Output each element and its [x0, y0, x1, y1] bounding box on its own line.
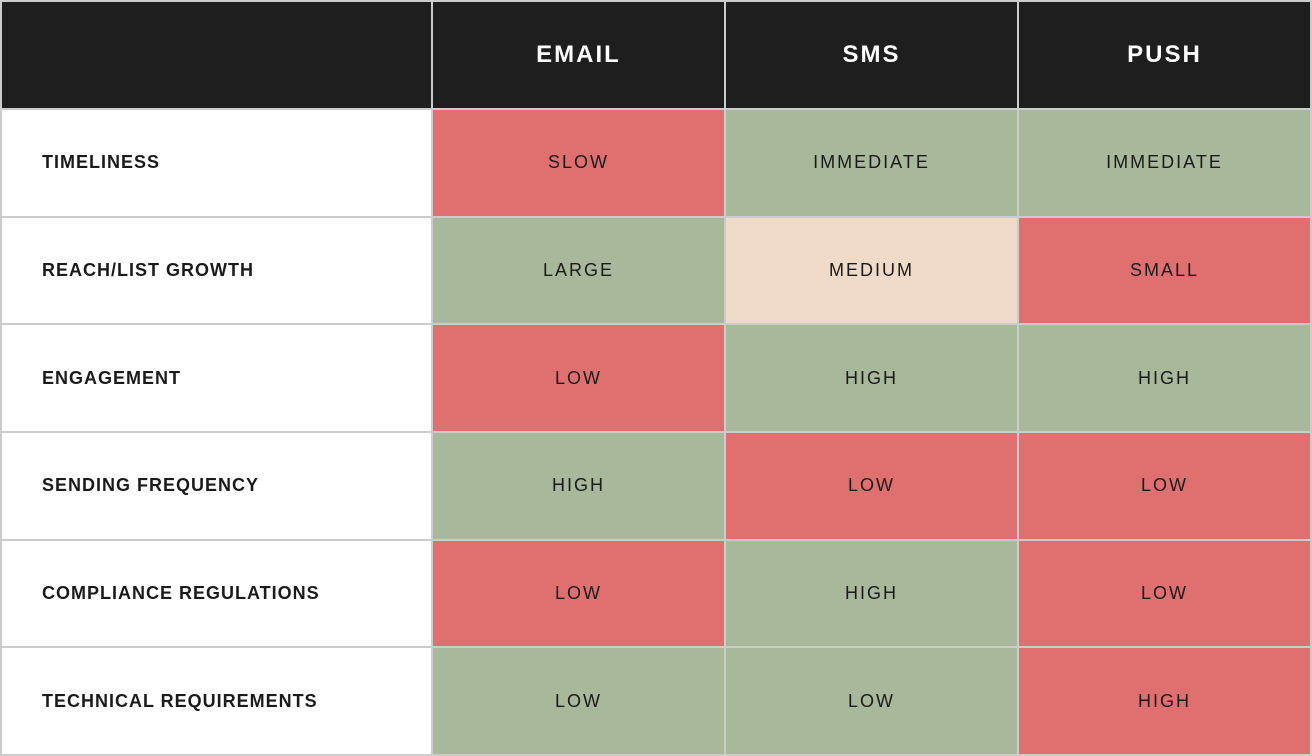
row-label-cell: ENGAGEMENT	[2, 325, 433, 431]
header-row: EMAIL SMS PUSH	[2, 2, 1310, 110]
cell-value: HIGH	[845, 583, 898, 604]
table-row: COMPLIANCE REGULATIONS LOW HIGH LOW	[2, 541, 1310, 649]
cell-value: LOW	[555, 583, 602, 604]
row-label-cell: SENDING FREQUENCY	[2, 433, 433, 539]
cell-email: LOW	[433, 325, 726, 431]
cell-sms: HIGH	[726, 325, 1019, 431]
row-label: ENGAGEMENT	[42, 368, 181, 389]
cell-email: LOW	[433, 541, 726, 647]
row-label-cell: TECHNICAL REQUIREMENTS	[2, 648, 433, 754]
cell-push: LOW	[1019, 541, 1310, 647]
cell-sms: LOW	[726, 648, 1019, 754]
cell-email: HIGH	[433, 433, 726, 539]
cell-email: LARGE	[433, 218, 726, 324]
cell-value: SLOW	[548, 152, 609, 173]
row-label: TECHNICAL REQUIREMENTS	[42, 691, 318, 712]
row-label-cell: COMPLIANCE REGULATIONS	[2, 541, 433, 647]
header-label-cell	[2, 2, 433, 108]
cell-push: HIGH	[1019, 648, 1310, 754]
cell-value: LOW	[848, 691, 895, 712]
header-sms: SMS	[726, 2, 1019, 108]
row-label-cell: REACH/LIST GROWTH	[2, 218, 433, 324]
cell-value: LOW	[848, 475, 895, 496]
cell-value: HIGH	[1138, 368, 1191, 389]
header-email: EMAIL	[433, 2, 726, 108]
cell-value: SMALL	[1130, 260, 1199, 281]
cell-push: SMALL	[1019, 218, 1310, 324]
cell-value: HIGH	[845, 368, 898, 389]
table-row: TIMELINESS SLOW IMMEDIATE IMMEDIATE	[2, 110, 1310, 218]
cell-push: HIGH	[1019, 325, 1310, 431]
row-label: TIMELINESS	[42, 152, 160, 173]
cell-value: LOW	[1141, 475, 1188, 496]
cell-value: LOW	[1141, 583, 1188, 604]
row-label: COMPLIANCE REGULATIONS	[42, 583, 320, 604]
cell-email: SLOW	[433, 110, 726, 216]
cell-sms: HIGH	[726, 541, 1019, 647]
comparison-table: EMAIL SMS PUSH TIMELINESS SLOW IMMEDIATE IM…	[0, 0, 1312, 756]
table-row: TECHNICAL REQUIREMENTS LOW LOW HIGH	[2, 648, 1310, 754]
cell-sms: LOW	[726, 433, 1019, 539]
cell-value: HIGH	[552, 475, 605, 496]
cell-value: HIGH	[1138, 691, 1191, 712]
row-label: REACH/LIST GROWTH	[42, 260, 254, 281]
cell-value: IMMEDIATE	[813, 152, 930, 173]
cell-email: LOW	[433, 648, 726, 754]
cell-value: LOW	[555, 691, 602, 712]
table-row: REACH/LIST GROWTH LARGE MEDIUM SMALL	[2, 218, 1310, 326]
table-row: ENGAGEMENT LOW HIGH HIGH	[2, 325, 1310, 433]
cell-value: MEDIUM	[829, 260, 914, 281]
cell-sms: IMMEDIATE	[726, 110, 1019, 216]
cell-push: IMMEDIATE	[1019, 110, 1310, 216]
cell-sms: MEDIUM	[726, 218, 1019, 324]
cell-push: LOW	[1019, 433, 1310, 539]
cell-value: LARGE	[543, 260, 614, 281]
table-row: SENDING FREQUENCY HIGH LOW LOW	[2, 433, 1310, 541]
row-label-cell: TIMELINESS	[2, 110, 433, 216]
cell-value: LOW	[555, 368, 602, 389]
header-push: PUSH	[1019, 2, 1310, 108]
cell-value: IMMEDIATE	[1106, 152, 1223, 173]
row-label: SENDING FREQUENCY	[42, 475, 259, 496]
